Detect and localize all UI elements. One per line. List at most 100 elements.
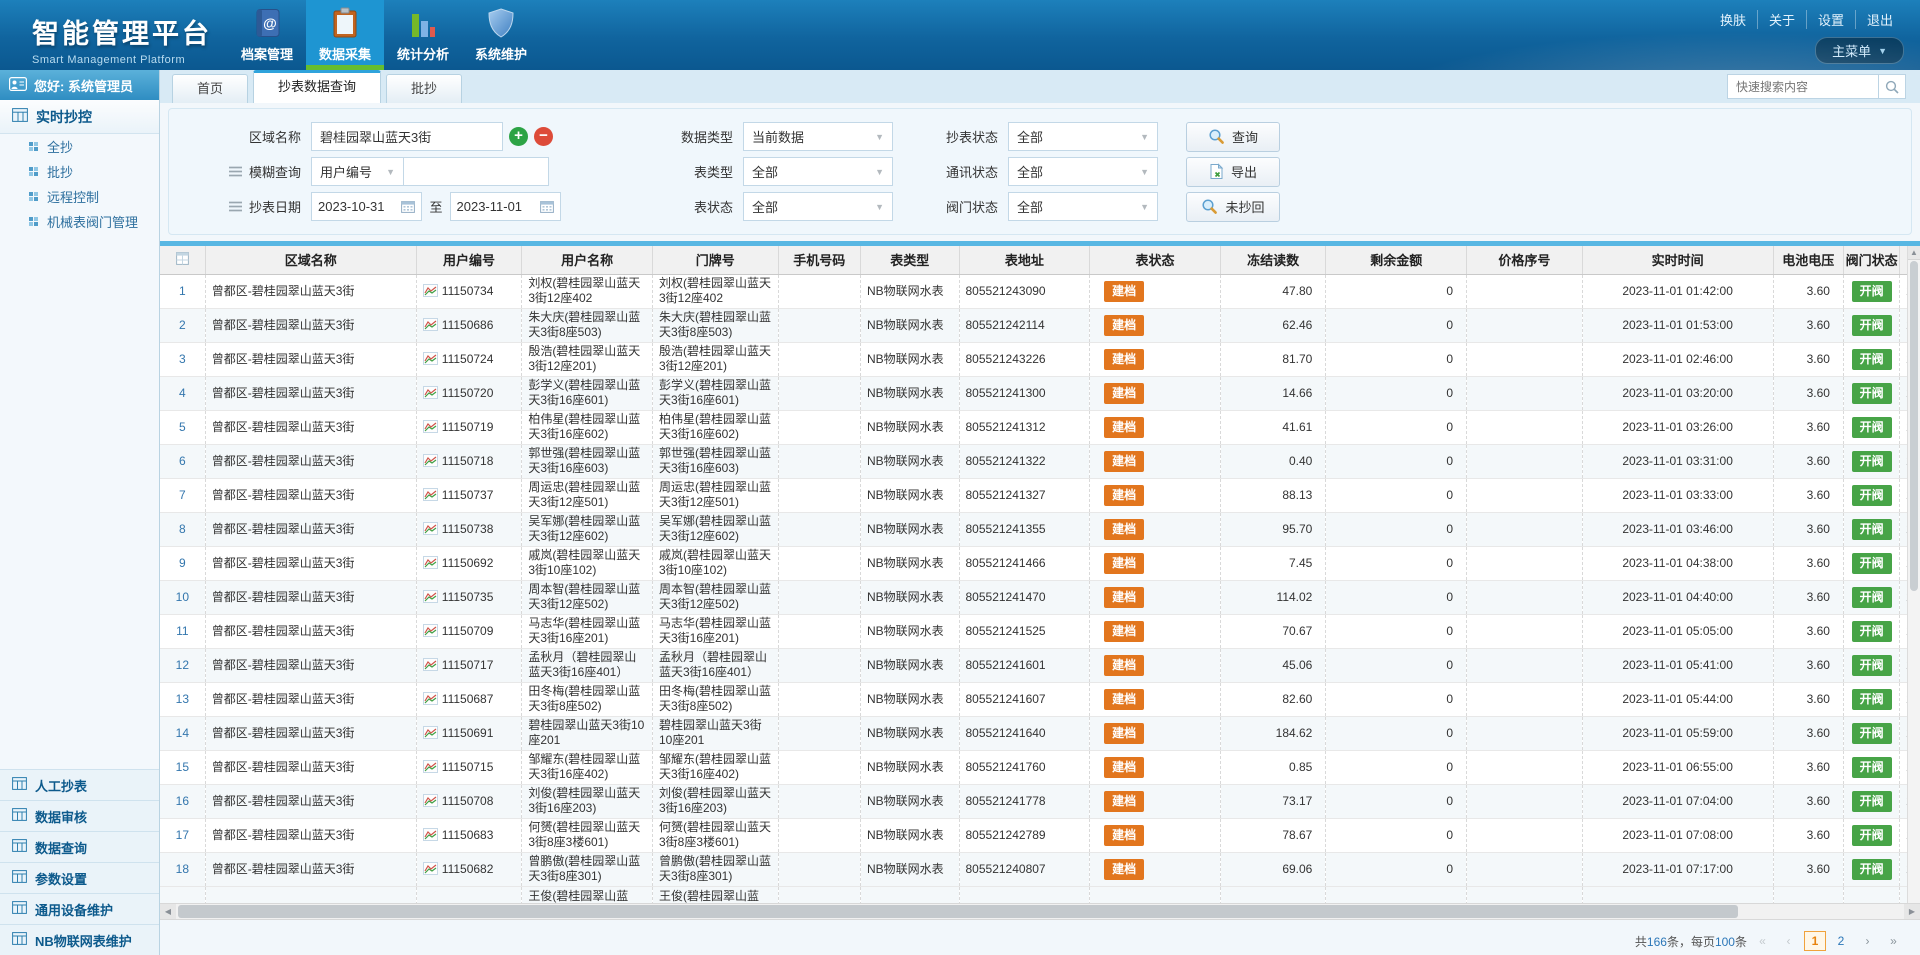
table-row[interactable]: 6 曾都区-碧桂园翠山蓝天3街 11150718 郭世强(碧桂园翠山蓝天3街16…	[160, 444, 1920, 478]
table-row[interactable]: 8 曾都区-碧桂园翠山蓝天3街 11150738 吴军娜(碧桂园翠山蓝天3街12…	[160, 512, 1920, 546]
column-header[interactable]: 冻结读数	[1220, 246, 1326, 274]
sidebar-sub-item[interactable]: 机械表阀门管理	[0, 209, 159, 234]
cell-user-number[interactable]: 11150719	[416, 410, 522, 444]
vertical-scroll-thumb[interactable]	[1910, 261, 1918, 591]
search-input[interactable]	[1727, 74, 1879, 99]
page-number-button[interactable]: 2	[1830, 931, 1852, 951]
area-name-input[interactable]	[311, 122, 503, 151]
column-header[interactable]: 用户编号	[416, 246, 522, 274]
scroll-left-icon[interactable]: ◀	[160, 904, 176, 919]
unread-button[interactable]: 未抄回	[1186, 192, 1280, 222]
table-row-partial[interactable]: 王俊(碧桂园翠山蓝 王俊(碧桂园翠山蓝	[160, 886, 1920, 903]
read-status-select[interactable]: 全部▼	[1008, 122, 1158, 151]
sidebar-sub-item[interactable]: 远程控制	[0, 184, 159, 209]
valve-status-select[interactable]: 全部▼	[1008, 192, 1158, 221]
sidebar-section-realtime-reading[interactable]: 实时抄控	[0, 100, 159, 134]
column-header[interactable]: 剩余金额	[1326, 246, 1467, 274]
cell-user-number[interactable]: 11150738	[416, 512, 522, 546]
horizontal-scroll-thumb[interactable]	[178, 905, 1738, 918]
page-number-button[interactable]: 1	[1804, 931, 1826, 951]
vertical-scrollbar[interactable]: ▲	[1907, 246, 1920, 903]
table-row[interactable]: 3 曾都区-碧桂园翠山蓝天3街 11150724 殷浩(碧桂园翠山蓝天3街12座…	[160, 342, 1920, 376]
column-header[interactable]: 门牌号	[652, 246, 778, 274]
export-button[interactable]: 导出	[1186, 157, 1280, 187]
date-from-input[interactable]: 2023-10-31	[311, 192, 422, 221]
column-header[interactable]: 电池电压	[1773, 246, 1843, 274]
column-header[interactable]: 表状态	[1090, 246, 1221, 274]
cell-user-number[interactable]: 11150718	[416, 444, 522, 478]
column-header[interactable]: 区域名称	[205, 246, 416, 274]
column-header[interactable]: 阀门状态	[1843, 246, 1899, 274]
table-row[interactable]: 5 曾都区-碧桂园翠山蓝天3街 11150719 柏伟星(碧桂园翠山蓝天3街16…	[160, 410, 1920, 444]
cell-user-number[interactable]: 11150735	[416, 580, 522, 614]
table-row[interactable]: 17 曾都区-碧桂园翠山蓝天3街 11150683 何赟(碧桂园翠山蓝天3街8座…	[160, 818, 1920, 852]
sidebar-bottom-item[interactable]: 数据查询	[0, 831, 159, 862]
nav-item-statistics[interactable]: 统计分析	[384, 0, 462, 70]
column-header[interactable]: 表地址	[959, 246, 1090, 274]
table-row[interactable]: 7 曾都区-碧桂园翠山蓝天3街 11150737 周运忠(碧桂园翠山蓝天3街12…	[160, 478, 1920, 512]
cell-user-number[interactable]: 11150708	[416, 784, 522, 818]
fuzzy-field-select[interactable]: 用户编号▼	[311, 157, 404, 186]
prev-page-button[interactable]: ‹	[1778, 931, 1799, 951]
tab[interactable]: 首页	[172, 74, 248, 103]
fuzzy-query-input[interactable]	[404, 157, 549, 186]
cell-user-number[interactable]: 11150692	[416, 546, 522, 580]
scroll-right-icon[interactable]: ▶	[1904, 904, 1920, 919]
nav-item-archive[interactable]: @ 档案管理	[228, 0, 306, 70]
sidebar-bottom-item[interactable]: 参数设置	[0, 862, 159, 893]
link-about[interactable]: 关于	[1757, 10, 1806, 29]
sidebar-bottom-item[interactable]: 通用设备维护	[0, 893, 159, 924]
sidebar-bottom-item[interactable]: NB物联网表维护	[0, 924, 159, 955]
cell-user-number[interactable]: 11150734	[416, 274, 522, 308]
table-row[interactable]: 14 曾都区-碧桂园翠山蓝天3街 11150691 碧桂园翠山蓝天3街10座20…	[160, 716, 1920, 750]
tab[interactable]: 批抄	[386, 74, 462, 103]
first-page-button[interactable]: «	[1752, 931, 1773, 951]
plus-circle-icon[interactable]: +	[509, 127, 528, 146]
table-row[interactable]: 18 曾都区-碧桂园翠山蓝天3街 11150682 曾鹏傲(碧桂园翠山蓝天3街8…	[160, 852, 1920, 886]
column-header[interactable]: 表类型	[861, 246, 960, 274]
meter-status-select[interactable]: 全部▼	[743, 192, 893, 221]
table-row[interactable]: 16 曾都区-碧桂园翠山蓝天3街 11150708 刘俊(碧桂园翠山蓝天3街16…	[160, 784, 1920, 818]
cell-user-number[interactable]: 11150709	[416, 614, 522, 648]
cell-user-number[interactable]: 11150683	[416, 818, 522, 852]
table-row[interactable]: 10 曾都区-碧桂园翠山蓝天3街 11150735 周本智(碧桂园翠山蓝天3街1…	[160, 580, 1920, 614]
column-header[interactable]: 实时时间	[1582, 246, 1773, 274]
cell-user-number[interactable]: 11150715	[416, 750, 522, 784]
cell-user-number[interactable]: 11150720	[416, 376, 522, 410]
data-type-select[interactable]: 当前数据▼	[743, 122, 893, 151]
last-page-button[interactable]: »	[1883, 931, 1904, 951]
sidebar-sub-item[interactable]: 批抄	[0, 159, 159, 184]
nav-item-system-maintenance[interactable]: 系统维护	[462, 0, 540, 70]
column-header[interactable]: 用户名称	[522, 246, 653, 274]
cell-user-number[interactable]: 11150687	[416, 682, 522, 716]
query-button[interactable]: 查询	[1186, 122, 1280, 152]
link-logout[interactable]: 退出	[1855, 10, 1904, 29]
next-page-button[interactable]: ›	[1857, 931, 1878, 951]
horizontal-scrollbar[interactable]: ◀ ▶	[160, 903, 1920, 920]
scroll-up-icon[interactable]: ▲	[1908, 246, 1920, 260]
search-icon[interactable]	[1879, 74, 1906, 99]
main-menu-button[interactable]: 主菜单 ▼	[1815, 37, 1904, 64]
nav-item-data-collection[interactable]: 数据采集	[306, 0, 384, 70]
link-settings[interactable]: 设置	[1806, 10, 1855, 29]
cell-user-number[interactable]: 11150691	[416, 716, 522, 750]
select-all-header[interactable]	[160, 246, 205, 274]
cell-user-number[interactable]: 11150724	[416, 342, 522, 376]
column-header[interactable]: 价格序号	[1467, 246, 1583, 274]
table-row[interactable]: 11 曾都区-碧桂园翠山蓝天3街 11150709 马志华(碧桂园翠山蓝天3街1…	[160, 614, 1920, 648]
cell-user-number[interactable]: 11150717	[416, 648, 522, 682]
tab[interactable]: 抄表数据查询	[253, 70, 381, 103]
table-row[interactable]: 4 曾都区-碧桂园翠山蓝天3街 11150720 彭学义(碧桂园翠山蓝天3街16…	[160, 376, 1920, 410]
sidebar-sub-item[interactable]: 全抄	[0, 134, 159, 159]
column-header[interactable]: 手机号码	[778, 246, 860, 274]
table-row[interactable]: 12 曾都区-碧桂园翠山蓝天3街 11150717 孟秋月（碧桂园翠山蓝天3街1…	[160, 648, 1920, 682]
sidebar-bottom-item[interactable]: 人工抄表	[0, 769, 159, 800]
table-row[interactable]: 15 曾都区-碧桂园翠山蓝天3街 11150715 邹耀东(碧桂园翠山蓝天3街1…	[160, 750, 1920, 784]
table-row[interactable]: 9 曾都区-碧桂园翠山蓝天3街 11150692 戚岚(碧桂园翠山蓝天3街10座…	[160, 546, 1920, 580]
table-row[interactable]: 2 曾都区-碧桂园翠山蓝天3街 11150686 朱大庆(碧桂园翠山蓝天3街8座…	[160, 308, 1920, 342]
cell-user-number[interactable]: 11150682	[416, 852, 522, 886]
date-to-input[interactable]: 2023-11-01	[450, 192, 561, 221]
link-skin[interactable]: 换肤	[1709, 10, 1757, 29]
cell-user-number[interactable]: 11150737	[416, 478, 522, 512]
minus-circle-icon[interactable]: −	[534, 127, 553, 146]
